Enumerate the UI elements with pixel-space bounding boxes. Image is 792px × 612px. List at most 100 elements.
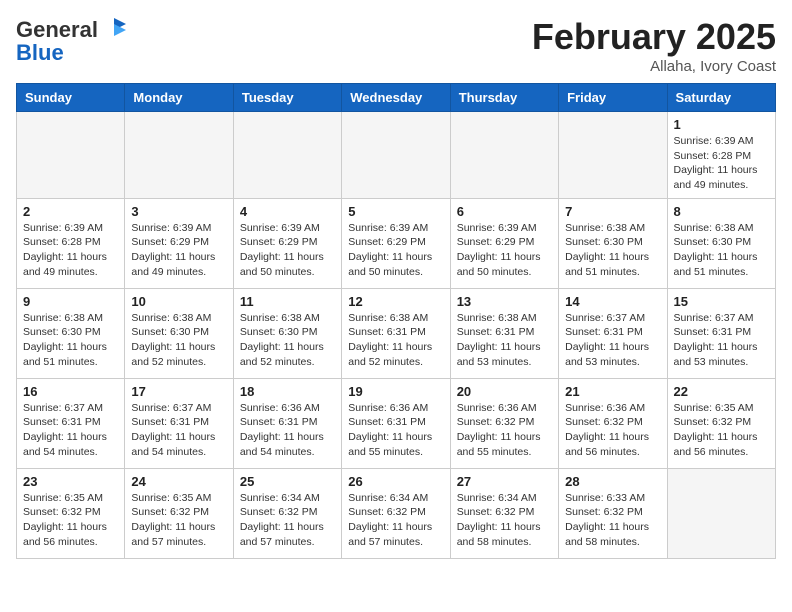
location-subtitle: Allaha, Ivory Coast — [532, 58, 776, 75]
day-number: 25 — [240, 474, 335, 489]
day-info: Sunrise: 6:36 AM Sunset: 6:31 PM Dayligh… — [348, 401, 443, 460]
calendar-cell: 24 Sunrise: 6:35 AM Sunset: 6:32 PM Dayli… — [125, 468, 233, 558]
day-info: Sunrise: 6:37 AM Sunset: 6:31 PM Dayligh… — [131, 401, 226, 460]
calendar-table: SundayMondayTuesdayWednesdayThursdayFrid… — [16, 83, 776, 559]
calendar-header-row: SundayMondayTuesdayWednesdayThursdayFrid… — [17, 84, 776, 112]
day-info: Sunrise: 6:39 AM Sunset: 6:28 PM Dayligh… — [674, 134, 769, 193]
calendar-cell: 19 Sunrise: 6:36 AM Sunset: 6:31 PM Dayli… — [342, 378, 450, 468]
day-info: Sunrise: 6:39 AM Sunset: 6:28 PM Dayligh… — [23, 221, 118, 280]
calendar-week-2: 2 Sunrise: 6:39 AM Sunset: 6:28 PM Daylig… — [17, 198, 776, 288]
day-info: Sunrise: 6:34 AM Sunset: 6:32 PM Dayligh… — [348, 491, 443, 550]
day-info: Sunrise: 6:33 AM Sunset: 6:32 PM Dayligh… — [565, 491, 660, 550]
day-info: Sunrise: 6:38 AM Sunset: 6:30 PM Dayligh… — [23, 311, 118, 370]
day-info: Sunrise: 6:37 AM Sunset: 6:31 PM Dayligh… — [674, 311, 769, 370]
calendar-cell: 6Sunrise: 6:39 AM Sunset: 6:29 PM Daylig… — [450, 198, 558, 288]
day-info: Sunrise: 6:35 AM Sunset: 6:32 PM Dayligh… — [674, 401, 769, 460]
day-info: Sunrise: 6:35 AM Sunset: 6:32 PM Dayligh… — [131, 491, 226, 550]
calendar-header-saturday: Saturday — [667, 84, 775, 112]
day-info: Sunrise: 6:39 AM Sunset: 6:29 PM Dayligh… — [348, 221, 443, 280]
day-number: 9 — [23, 294, 118, 309]
day-info: Sunrise: 6:35 AM Sunset: 6:32 PM Dayligh… — [23, 491, 118, 550]
day-info: Sunrise: 6:36 AM Sunset: 6:32 PM Dayligh… — [457, 401, 552, 460]
day-number: 15 — [674, 294, 769, 309]
day-info: Sunrise: 6:37 AM Sunset: 6:31 PM Dayligh… — [23, 401, 118, 460]
day-number: 12 — [348, 294, 443, 309]
day-info: Sunrise: 6:36 AM Sunset: 6:31 PM Dayligh… — [240, 401, 335, 460]
calendar-cell: 27 Sunrise: 6:34 AM Sunset: 6:32 PM Dayli… — [450, 468, 558, 558]
day-number: 7 — [565, 204, 660, 219]
calendar-cell: 16 Sunrise: 6:37 AM Sunset: 6:31 PM Dayli… — [17, 378, 125, 468]
day-number: 22 — [674, 384, 769, 399]
day-number: 23 — [23, 474, 118, 489]
calendar-week-3: 9 Sunrise: 6:38 AM Sunset: 6:30 PM Daylig… — [17, 288, 776, 378]
day-number: 13 — [457, 294, 552, 309]
calendar-cell: 20 Sunrise: 6:36 AM Sunset: 6:32 PM Dayli… — [450, 378, 558, 468]
calendar-cell: 13 Sunrise: 6:38 AM Sunset: 6:31 PM Dayli… — [450, 288, 558, 378]
calendar-cell: 21 Sunrise: 6:36 AM Sunset: 6:32 PM Dayli… — [559, 378, 667, 468]
calendar-cell — [233, 112, 341, 199]
day-info: Sunrise: 6:36 AM Sunset: 6:32 PM Dayligh… — [565, 401, 660, 460]
day-number: 16 — [23, 384, 118, 399]
day-info: Sunrise: 6:39 AM Sunset: 6:29 PM Dayligh… — [240, 221, 335, 280]
day-info: Sunrise: 6:38 AM Sunset: 6:30 PM Dayligh… — [565, 221, 660, 280]
calendar-cell: 1 Sunrise: 6:39 AM Sunset: 6:28 PM Daylig… — [667, 112, 775, 199]
day-info: Sunrise: 6:38 AM Sunset: 6:31 PM Dayligh… — [348, 311, 443, 370]
calendar-cell: 14Sunrise: 6:37 AM Sunset: 6:31 PM Dayli… — [559, 288, 667, 378]
day-info: Sunrise: 6:38 AM Sunset: 6:30 PM Dayligh… — [131, 311, 226, 370]
day-number: 18 — [240, 384, 335, 399]
day-number: 20 — [457, 384, 552, 399]
calendar-cell: 25 Sunrise: 6:34 AM Sunset: 6:32 PM Dayli… — [233, 468, 341, 558]
calendar-cell — [667, 468, 775, 558]
day-info: Sunrise: 6:38 AM Sunset: 6:30 PM Dayligh… — [240, 311, 335, 370]
calendar-cell — [559, 112, 667, 199]
calendar-cell: 22 Sunrise: 6:35 AM Sunset: 6:32 PM Dayli… — [667, 378, 775, 468]
day-number: 27 — [457, 474, 552, 489]
calendar-cell: 10 Sunrise: 6:38 AM Sunset: 6:30 PM Dayli… — [125, 288, 233, 378]
day-number: 24 — [131, 474, 226, 489]
day-info: Sunrise: 6:34 AM Sunset: 6:32 PM Dayligh… — [457, 491, 552, 550]
day-info: Sunrise: 6:34 AM Sunset: 6:32 PM Dayligh… — [240, 491, 335, 550]
calendar-cell: 9 Sunrise: 6:38 AM Sunset: 6:30 PM Daylig… — [17, 288, 125, 378]
calendar-cell: 7 Sunrise: 6:38 AM Sunset: 6:30 PM Daylig… — [559, 198, 667, 288]
day-number: 1 — [674, 117, 769, 132]
calendar-week-4: 16 Sunrise: 6:37 AM Sunset: 6:31 PM Dayli… — [17, 378, 776, 468]
calendar-cell: 3 Sunrise: 6:39 AM Sunset: 6:29 PM Daylig… — [125, 198, 233, 288]
day-number: 26 — [348, 474, 443, 489]
day-number: 10 — [131, 294, 226, 309]
calendar-cell: 26 Sunrise: 6:34 AM Sunset: 6:32 PM Dayli… — [342, 468, 450, 558]
day-number: 21 — [565, 384, 660, 399]
calendar-header-tuesday: Tuesday — [233, 84, 341, 112]
day-info: Sunrise: 6:39 AM Sunset: 6:29 PM Dayligh… — [457, 221, 552, 280]
day-number: 28 — [565, 474, 660, 489]
day-number: 14 — [565, 294, 660, 309]
month-title: February 2025 — [532, 16, 776, 58]
calendar-cell: 5 Sunrise: 6:39 AM Sunset: 6:29 PM Daylig… — [342, 198, 450, 288]
day-number: 11 — [240, 294, 335, 309]
day-info: Sunrise: 6:38 AM Sunset: 6:31 PM Dayligh… — [457, 311, 552, 370]
calendar-cell — [342, 112, 450, 199]
day-number: 19 — [348, 384, 443, 399]
calendar-header-wednesday: Wednesday — [342, 84, 450, 112]
day-number: 17 — [131, 384, 226, 399]
calendar-week-5: 23 Sunrise: 6:35 AM Sunset: 6:32 PM Dayli… — [17, 468, 776, 558]
day-info: Sunrise: 6:38 AM Sunset: 6:30 PM Dayligh… — [674, 221, 769, 280]
day-info: Sunrise: 6:39 AM Sunset: 6:29 PM Dayligh… — [131, 221, 226, 280]
day-number: 5 — [348, 204, 443, 219]
day-number: 8 — [674, 204, 769, 219]
day-number: 3 — [131, 204, 226, 219]
calendar-cell: 4Sunrise: 6:39 AM Sunset: 6:29 PM Daylig… — [233, 198, 341, 288]
calendar-cell: 12 Sunrise: 6:38 AM Sunset: 6:31 PM Dayli… — [342, 288, 450, 378]
calendar-header-monday: Monday — [125, 84, 233, 112]
logo-flag-icon — [100, 16, 128, 44]
calendar-cell — [17, 112, 125, 199]
calendar-cell: 17 Sunrise: 6:37 AM Sunset: 6:31 PM Dayli… — [125, 378, 233, 468]
calendar-cell — [450, 112, 558, 199]
logo: General Blue — [16, 16, 128, 66]
calendar-header-friday: Friday — [559, 84, 667, 112]
day-number: 2 — [23, 204, 118, 219]
calendar-cell: 15 Sunrise: 6:37 AM Sunset: 6:31 PM Dayli… — [667, 288, 775, 378]
calendar-cell: 23 Sunrise: 6:35 AM Sunset: 6:32 PM Dayli… — [17, 468, 125, 558]
title-block: February 2025 Allaha, Ivory Coast — [532, 16, 776, 75]
calendar-cell: 2 Sunrise: 6:39 AM Sunset: 6:28 PM Daylig… — [17, 198, 125, 288]
calendar-cell: 28 Sunrise: 6:33 AM Sunset: 6:32 PM Dayli… — [559, 468, 667, 558]
